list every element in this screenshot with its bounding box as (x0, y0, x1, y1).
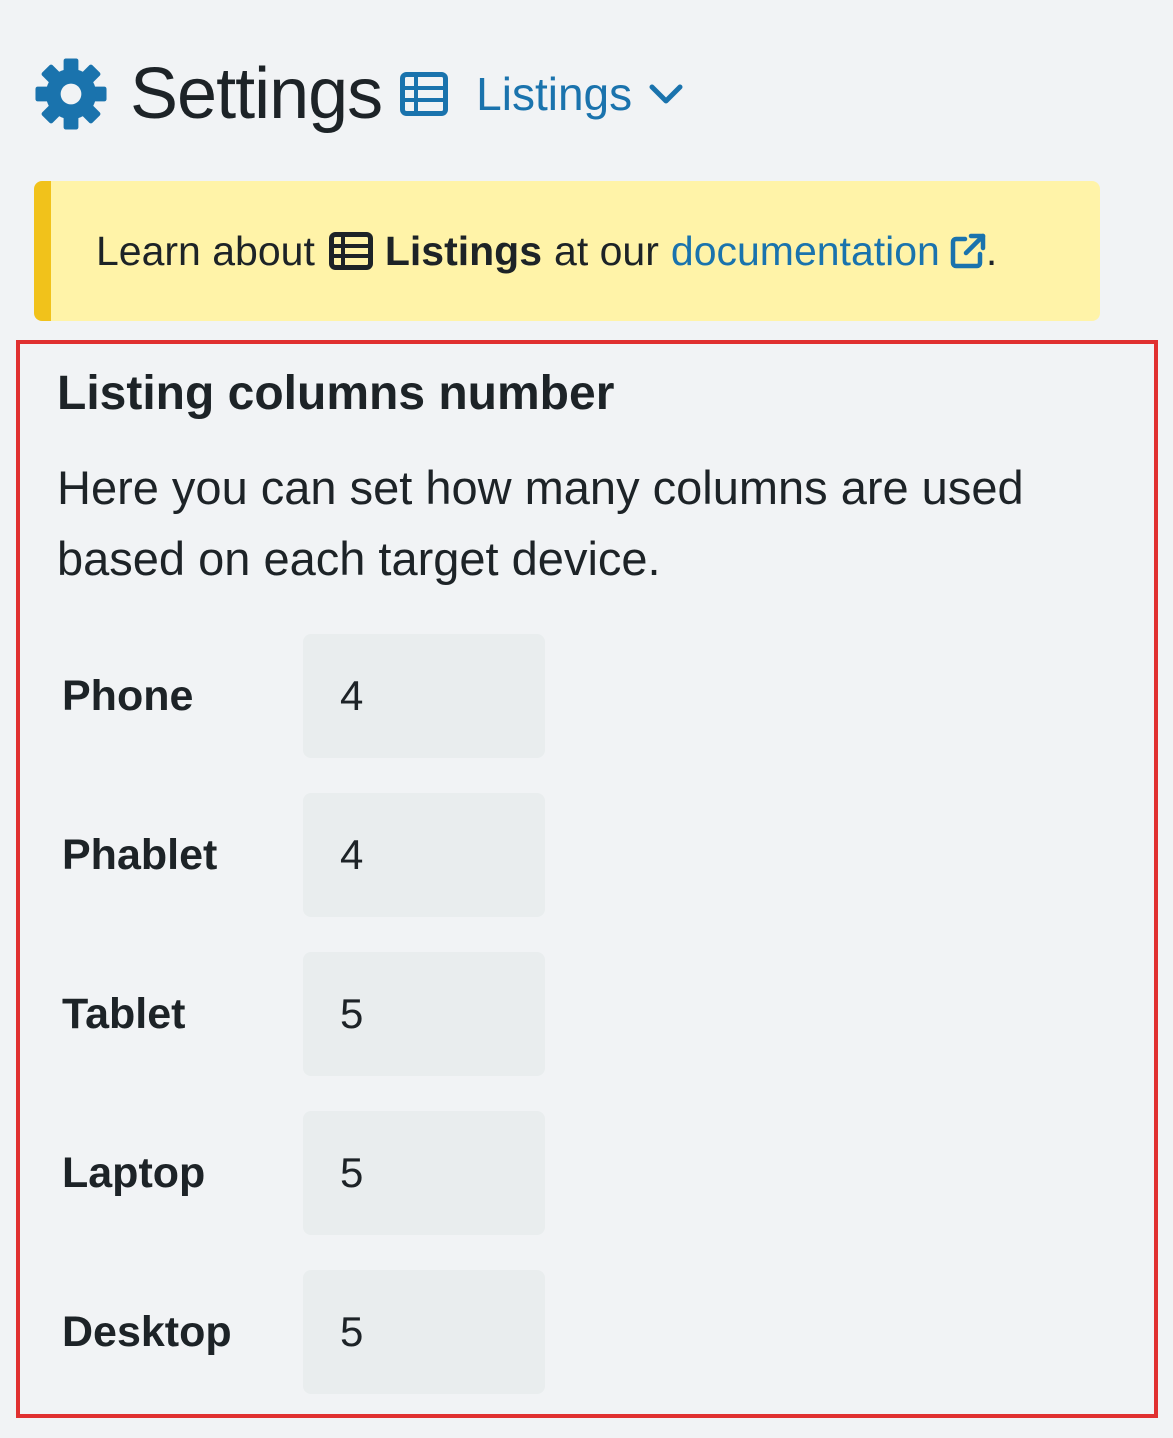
chevron-down-icon (649, 84, 683, 104)
info-notice: Learn about Listings at our documentatio… (34, 181, 1100, 321)
list-icon (400, 72, 449, 116)
desktop-label: Desktop (62, 1307, 232, 1356)
external-link-icon (950, 233, 986, 269)
page-title: Settings (130, 54, 383, 134)
listing-columns-section: Listing columns number Here you can set … (16, 340, 1158, 1418)
documentation-link-text: documentation (670, 227, 940, 274)
row-desktop: Desktop (62, 1270, 545, 1394)
phone-label: Phone (62, 671, 194, 720)
listings-dropdown[interactable]: Listings (476, 71, 684, 117)
laptop-columns-input[interactable] (303, 1111, 545, 1235)
phone-columns-input[interactable] (303, 634, 545, 758)
section-title: Listing columns number (57, 367, 615, 420)
page-header: Settings Listings (34, 52, 684, 136)
laptop-label: Laptop (62, 1148, 206, 1197)
notice-strong: Listings (384, 227, 543, 274)
row-phone: Phone (62, 634, 545, 758)
row-laptop: Laptop (62, 1111, 545, 1235)
tablet-columns-input[interactable] (303, 952, 545, 1076)
phablet-columns-input[interactable] (303, 793, 545, 917)
row-phablet: Phablet (62, 793, 545, 917)
phablet-label: Phablet (62, 830, 218, 879)
section-description: Here you can set how many columns are us… (57, 461, 1024, 585)
dropdown-label: Listings (476, 68, 633, 120)
row-tablet: Tablet (62, 952, 545, 1076)
tablet-label: Tablet (62, 989, 186, 1038)
notice-prefix: Learn about (96, 227, 315, 274)
notice-suffix: . (985, 227, 998, 274)
documentation-link[interactable]: documentation (671, 228, 986, 275)
desktop-columns-input[interactable] (303, 1270, 545, 1394)
list-icon (328, 232, 373, 270)
notice-middle: at our (554, 227, 659, 274)
gear-icon (35, 58, 107, 130)
